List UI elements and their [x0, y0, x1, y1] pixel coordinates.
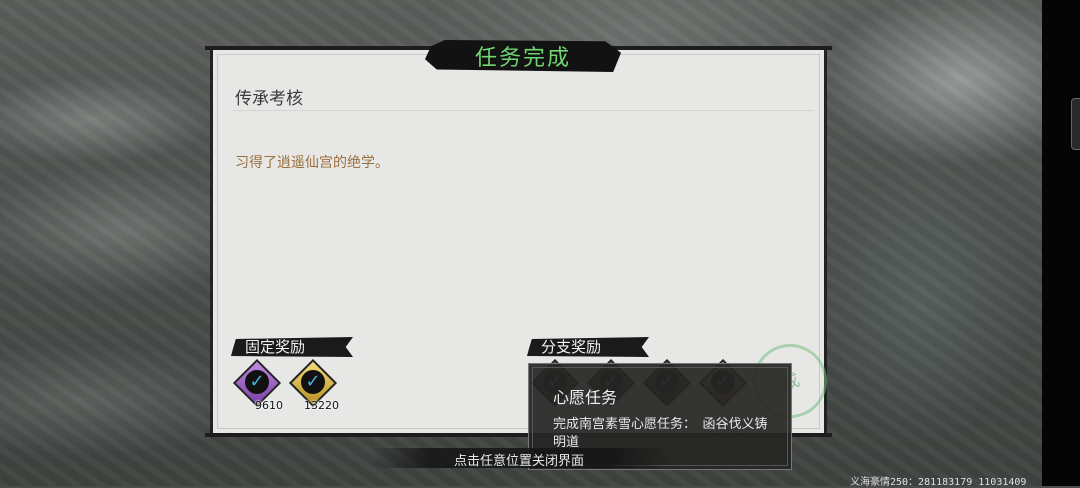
divider — [233, 110, 814, 111]
dialog-title: 任务完成 — [474, 46, 571, 71]
check-icon: ✓ — [245, 370, 269, 394]
fixed-reward-label: 固定奖励 — [231, 337, 353, 357]
reward-count: 13220 — [304, 399, 339, 412]
screen-edge — [1042, 0, 1080, 486]
check-icon: ✓ — [301, 370, 325, 394]
reward-count: 9610 — [255, 399, 283, 412]
tooltip-title: 心愿任务 — [553, 388, 618, 407]
title-banner: 任务完成 — [425, 40, 621, 72]
quest-name: 传承考核 — [235, 89, 303, 109]
close-hint-text: 点击任意位置关闭界面 — [454, 454, 585, 469]
tooltip-description: 完成南宫素雪心愿任务： 函谷伐义铸明道 — [553, 417, 768, 450]
side-handle[interactable] — [1071, 98, 1080, 150]
branch-reward-label: 分支奖励 — [527, 337, 649, 357]
quest-description: 习得了逍遥仙宫的绝学。 — [235, 155, 389, 171]
reward-item-purple[interactable]: ✓ 9610 — [232, 358, 283, 412]
reward-item-gold[interactable]: ✓ 13220 — [288, 358, 339, 412]
